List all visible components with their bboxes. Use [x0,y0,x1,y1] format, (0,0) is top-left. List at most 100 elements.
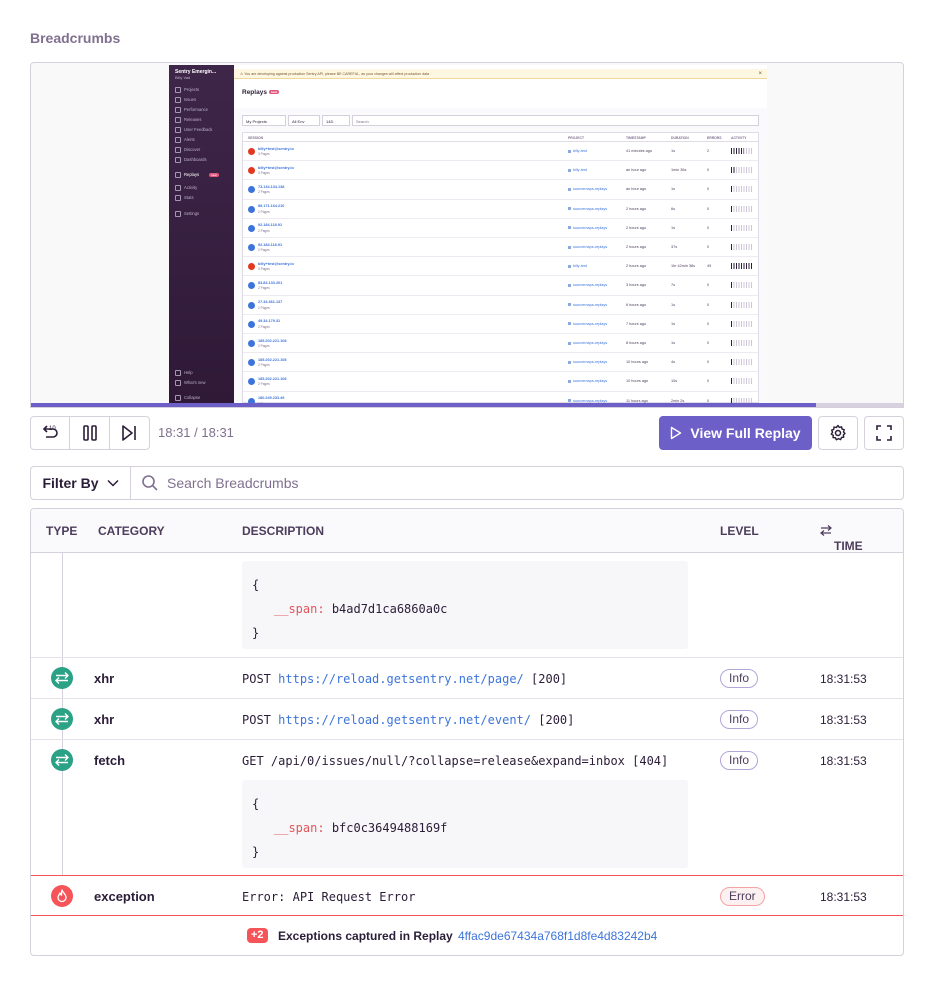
breadcrumb-category: xhr [94,712,115,727]
replay-player[interactable]: Sentry Emergin... Billy Vad Projects Issue… [30,62,904,408]
mini-replay-row: 92.184.118.91 2 Pages sourcemaps-replays 2 … [243,238,758,258]
mini-replay-row: 49.34.179.31 2 Pages sourcemaps-replays 7 h… [243,315,758,334]
mini-replay-row: 185.202.221.108 2 Pages sourcemaps-replays… [243,353,758,373]
breadcrumbs-table: TYPE CATEGORY DESCRIPTION LEVEL TIME { _… [30,508,904,956]
view-full-replay-button[interactable]: View Full Replay [659,416,812,450]
table-row[interactable]: fetch GET /api/0/issues/null/?collapse=r… [31,740,903,875]
mini-avatar [248,167,255,175]
mini-col-header: SESSION [248,136,264,140]
breadcrumb-description: Error: API Request Error [242,890,416,904]
exceptions-text: Exceptions captured in Replay [278,929,453,943]
gear-icon [830,424,846,441]
mini-avatar [248,263,255,271]
breadcrumb-description: POST https://reload.getsentry.net/page/ … [242,672,568,686]
mini-replay-row: billy+test@sentry.io 3 Pages billy-test an … [243,161,758,181]
mini-replay-row: 73.134.134.138 2 Pages sourcemaps-replays a… [243,180,758,200]
mini-alert: ⚠ You are developing against production … [234,69,767,79]
breadcrumb-category: fetch [94,753,126,768]
mini-replay-row: billy+test@sentry.io 3 Pages billy-test 2 h… [243,257,758,277]
mini-col-header: PROJECT [568,136,585,140]
pause-icon [82,425,97,441]
replay-id-link[interactable]: 4ffac9de67434a768f1d8fe4d83242b4 [458,929,657,943]
level-badge-error: Error [720,887,765,906]
request-url-link[interactable]: https://reload.getsentry.net/event/ [278,713,531,727]
level-badge: Info [720,710,759,729]
mini-nav-item: Help [175,370,233,376]
mini-activity-bar [731,320,753,327]
mini-col-header: ERRORS [707,136,722,140]
network-swap-icon [51,708,73,730]
mini-main: ⚠ You are developing against production … [234,65,767,403]
exception-row[interactable]: exception Error: API Request Error Error… [31,875,903,916]
mini-nav-item: Replays new [175,172,233,178]
table-row: { __span: b4ad7d1ca6860a0c } [31,553,903,658]
replay-progress-bar[interactable] [31,403,903,407]
span-code-block: { __span: bfc0c3649488169f } [242,780,688,868]
play-icon [671,426,682,440]
breadcrumb-time[interactable]: 18:31:53 [820,754,867,768]
mini-nav-item: Activity [175,185,233,191]
section-title: Breadcrumbs [30,30,121,46]
breadcrumb-time[interactable]: 18:31:53 [820,890,867,904]
exception-count-badge: +2 [247,928,268,943]
col-time[interactable]: TIME [820,524,863,553]
mini-activity-bar [731,167,753,174]
span-code-block: { __span: b4ad7d1ca6860a0c } [242,561,688,649]
fullscreen-button[interactable] [864,416,904,450]
table-header: TYPE CATEGORY DESCRIPTION LEVEL TIME [31,509,903,553]
mini-nav-item: Collapse [175,395,233,401]
table-row[interactable]: xhr POST https://reload.getsentry.net/ev… [31,699,903,740]
search-icon [142,475,158,491]
playback-time: 18:31 / 18:31 [158,425,234,440]
mini-replay-row: 185.202.221.108 2 Pages sourcemaps-replays… [243,334,758,354]
swap-icon [820,525,832,536]
mini-replay-row: billy+test@sentry.io 3 Pages billy-test 41 … [243,142,758,162]
skip-forward-icon [122,425,137,441]
mini-nav-item: Performance [175,107,233,113]
mini-title: Replays beta [242,89,280,96]
mini-nav-item: What's new [175,380,233,386]
breadcrumb-time[interactable]: 18:31:53 [820,713,867,727]
mini-avatar [248,244,255,251]
mini-avatar [248,186,255,194]
rewind-10-icon: 10 [43,425,58,438]
search-breadcrumbs-input[interactable] [167,475,867,491]
fullscreen-icon [876,425,892,441]
breadcrumb-description: GET /api/0/issues/null/?collapse=release… [242,754,669,768]
col-type: TYPE [46,524,78,538]
network-swap-icon [51,749,73,771]
filter-by-dropdown[interactable]: Filter By [31,467,131,499]
mini-nav-item: User Feedback [175,127,233,133]
table-row[interactable]: xhr POST https://reload.getsentry.net/pa… [31,658,903,699]
request-url-link[interactable]: https://reload.getsentry.net/page/ [278,672,524,686]
mini-avatar [248,340,255,347]
rewind-10-button[interactable]: 10 [31,417,71,449]
mini-avatar [248,148,255,155]
breadcrumb-description: POST https://reload.getsentry.net/event/… [242,713,575,727]
settings-button[interactable] [818,416,858,450]
mini-activity-bar [731,224,753,231]
mini-avatar [248,282,255,290]
mini-replay-row: 27.34.361.137 2 Pages sourcemaps-replays 6 … [243,296,758,315]
mini-activity-bar [731,263,753,270]
breadcrumb-category: xhr [94,671,115,686]
pause-button[interactable] [70,417,110,449]
breadcrumb-time[interactable]: 18:31:53 [820,672,867,686]
mini-avatar [248,320,255,328]
mini-avatar [248,378,255,386]
mini-activity-bar [731,244,753,250]
playback-controls: 10 [30,416,150,450]
mini-activity-bar [731,301,753,308]
level-badge: Info [720,751,759,770]
mini-filters: My Projects All Env 14D Search [242,115,759,126]
exceptions-footer: +2 Exceptions captured in Replay 4ffac9d… [31,916,903,955]
col-description: DESCRIPTION [242,524,325,538]
mini-activity-bar [731,186,753,193]
level-badge: Info [720,669,759,688]
replay-video-frame: Sentry Emergin... Billy Vad Projects Issue… [169,65,767,403]
mini-nav-item: Alerts [175,137,233,143]
mini-nav-item: Releases [175,117,233,123]
skip-to-end-button[interactable] [110,417,149,449]
mini-avatar [248,359,255,367]
mini-avatar [248,205,255,213]
